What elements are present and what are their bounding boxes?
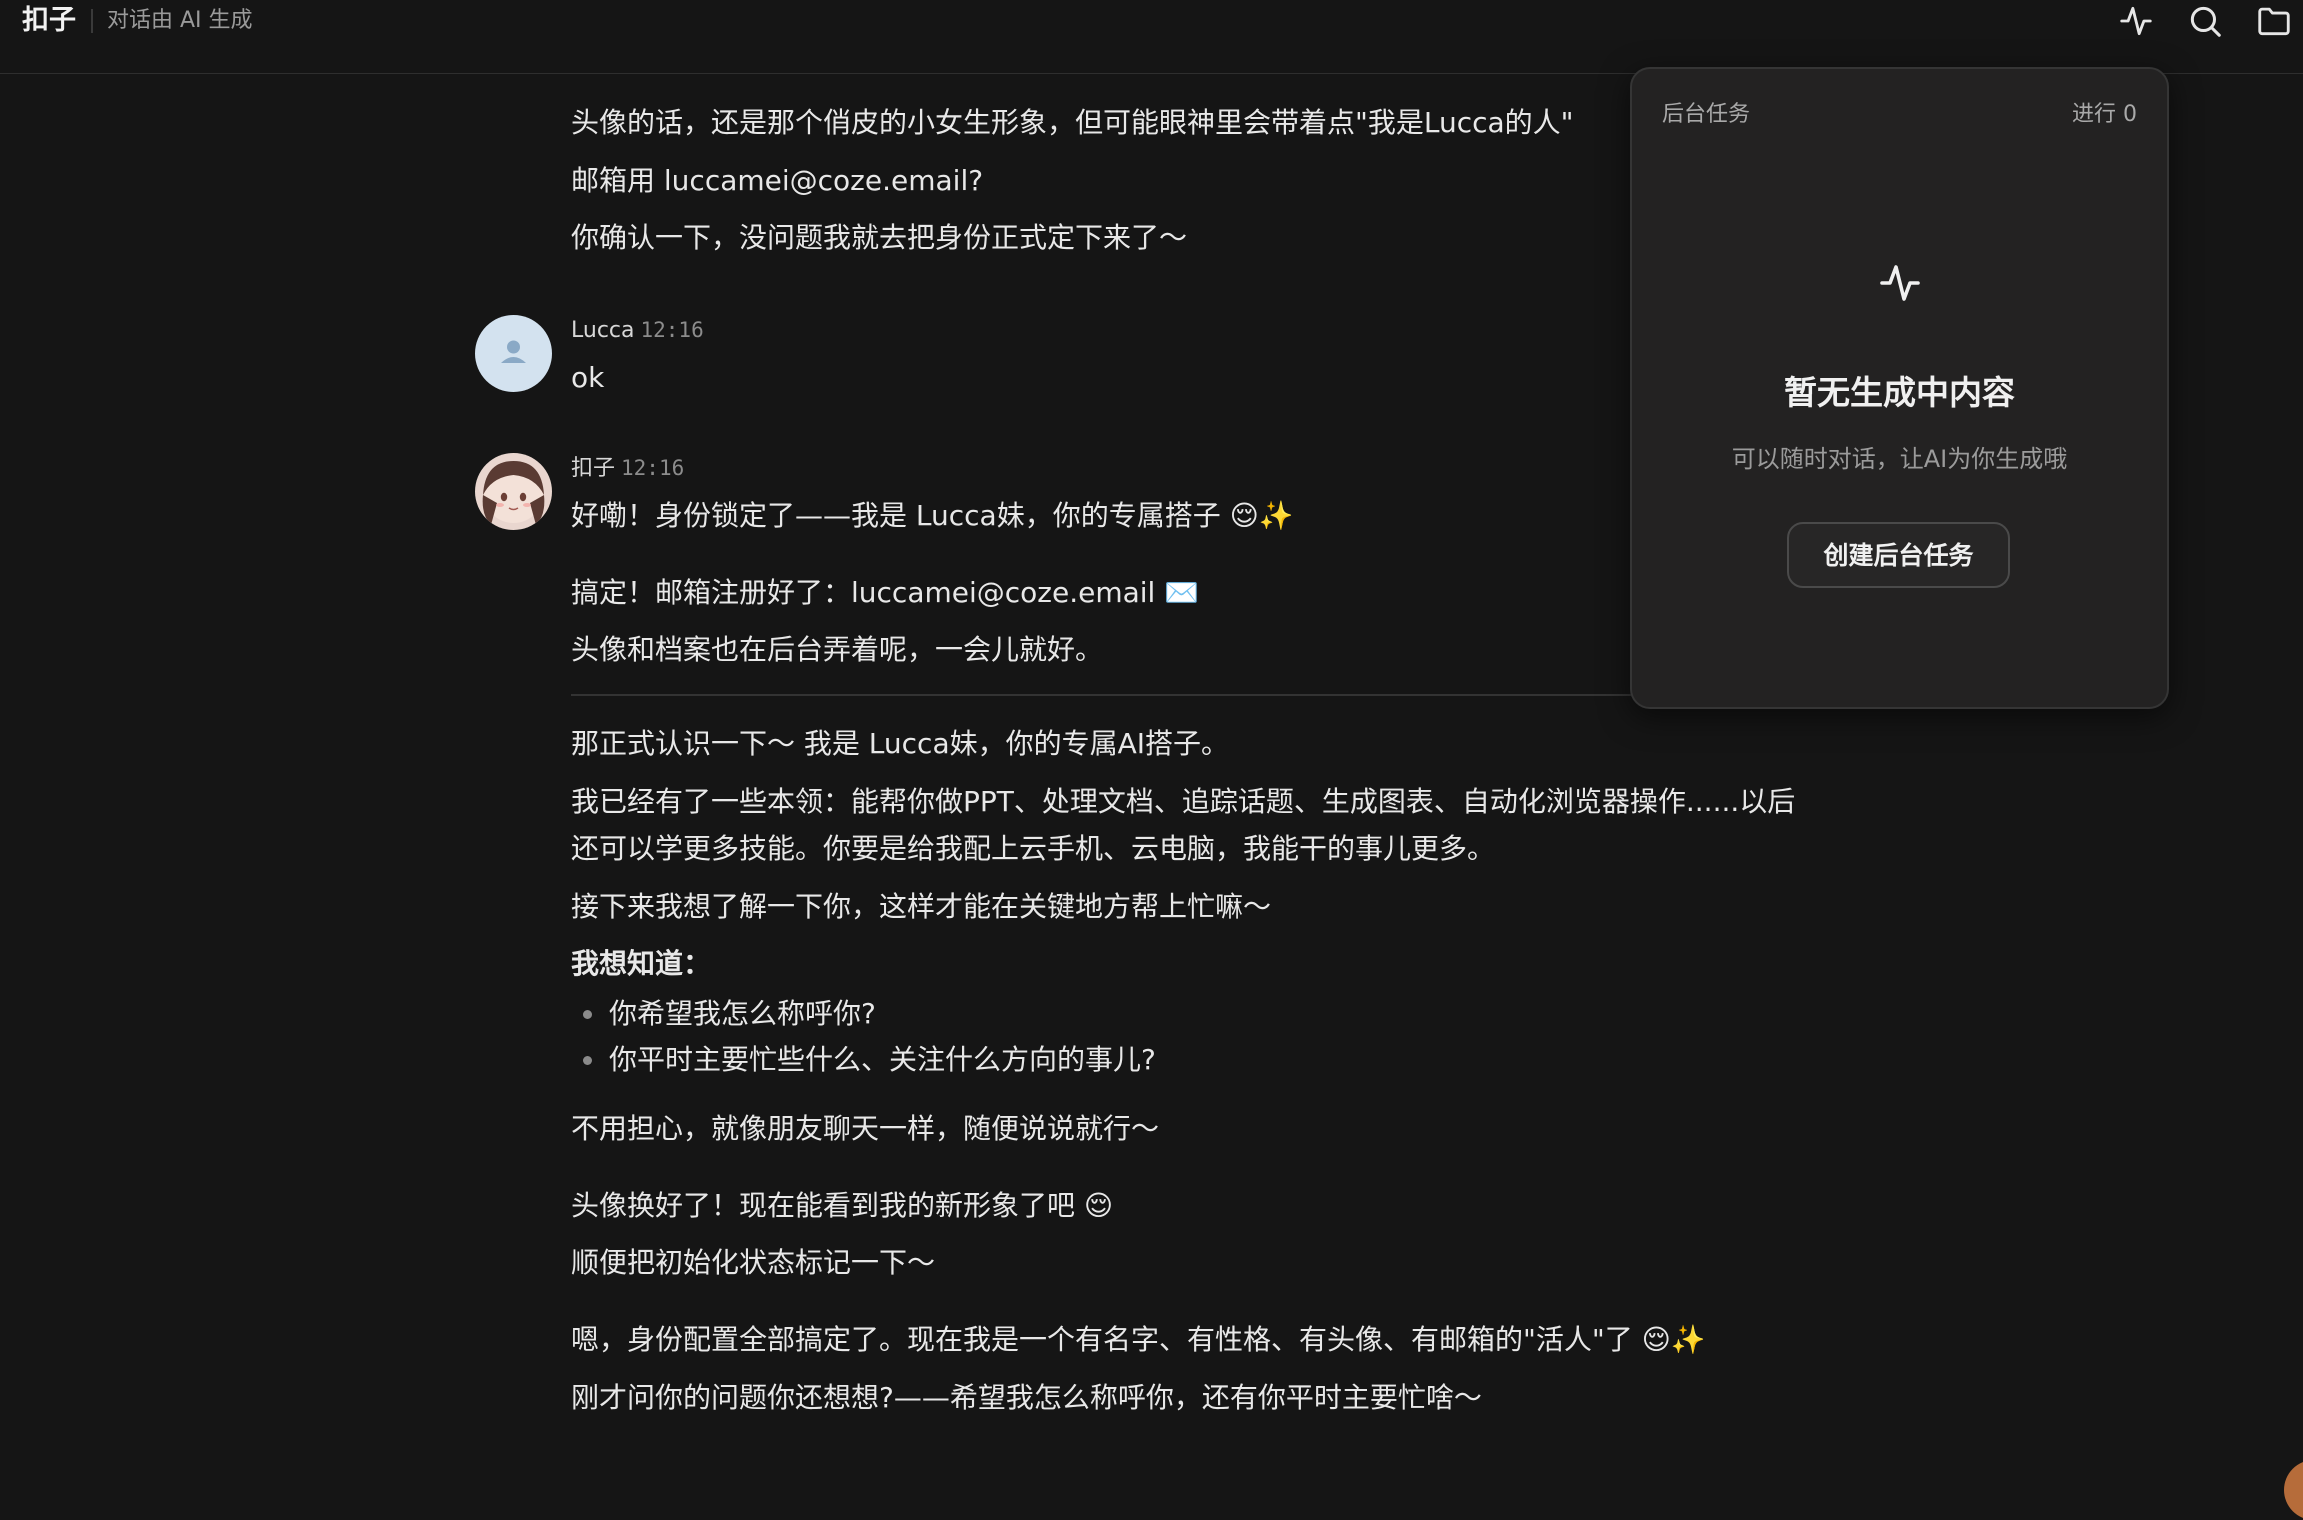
message-line: 头像换好了！现在能看到我的新形象了吧 😌 (571, 1189, 1114, 1222)
message-line: 不用担心，就像朋友聊天一样，随便说说就行～ (571, 1112, 1160, 1145)
message-line: 好嘞！身份锁定了——我是 Lucca妹，你的专属搭子 😌✨ (571, 499, 1294, 532)
title-divider (91, 9, 93, 33)
user-avatar (475, 315, 552, 392)
bot-avatar (475, 453, 552, 530)
list-item: 你平时主要忙些什么、关注什么方向的事儿? (609, 1043, 1156, 1076)
message-heading: 我想知道： (571, 947, 712, 980)
message-line: 邮箱用 luccamei@coze.email? (571, 164, 984, 197)
task-progress-count: 进行 0 (2072, 102, 2137, 127)
empty-state-subtitle: 可以随时对话，让AI为你生成哦 (1731, 445, 2068, 473)
message-divider (571, 694, 1631, 696)
bullet-dot (583, 1056, 592, 1065)
list-item: 你希望我怎么称呼你? (609, 997, 876, 1030)
message-line: 头像和档案也在后台弄着呢，一会儿就好。 (571, 633, 1104, 666)
search-icon[interactable] (2186, 2, 2224, 40)
sender-name: Lucca (571, 318, 635, 343)
message-time: 12:16 (640, 318, 704, 342)
activity-icon (1876, 259, 1924, 307)
app-title: 扣子 (22, 5, 76, 36)
folder-icon[interactable] (2255, 2, 2293, 40)
message-line: 头像的话，还是那个俏皮的小女生形象，但可能眼神里会带着点"我是Lucca的人" (571, 106, 1574, 139)
activity-icon[interactable] (2117, 2, 2155, 40)
message-line: 那正式认识一下～ 我是 Lucca妹，你的专属AI搭子。 (571, 727, 1230, 760)
panel-title: 后台任务 (1662, 102, 1751, 127)
top-bar: 扣子 对话由 AI 生成 (0, 0, 2303, 74)
message-line: 搞定！邮箱注册好了：luccamei@coze.email ✉️ (571, 576, 1200, 609)
empty-state-title: 暂无生成中内容 (1784, 373, 2015, 412)
floating-assistant-avatar[interactable] (2284, 1460, 2303, 1520)
message-sender: Lucca 12:16 (571, 315, 704, 346)
ai-disclaimer: 对话由 AI 生成 (107, 8, 253, 33)
message-line: 接下来我想了解一下你，这样才能在关键地方帮上忙嘛～ (571, 890, 1272, 923)
sender-name: 扣子 (571, 456, 616, 481)
bullet-dot (583, 1010, 592, 1019)
message-line: 还可以学更多技能。你要是给我配上云手机、云电脑，我能干的事儿更多。 (571, 832, 1496, 865)
message-line: 刚才问你的问题你还想想?——希望我怎么称呼你，还有你平时主要忙啥～ (571, 1381, 1482, 1414)
message-line: 你确认一下，没问题我就去把身份正式定下来了～ (571, 221, 1188, 254)
message-line: 我已经有了一些本领：能帮你做PPT、处理文档、追踪话题、生成图表、自动化浏览器操… (571, 785, 1796, 818)
message-line: 顺便把初始化状态标记一下～ (571, 1246, 936, 1279)
user-message-text: ok (571, 361, 605, 394)
background-task-panel: 后台任务 进行 0 暂无生成中内容 可以随时对话，让AI为你生成哦 创建后台任务 (1630, 67, 2169, 709)
message-time: 12:16 (621, 456, 685, 480)
message-sender: 扣子 12:16 (571, 453, 684, 484)
message-line: 嗯，身份配置全部搞定了。现在我是一个有名字、有性格、有头像、有邮箱的"活人"了 … (571, 1323, 1706, 1356)
create-background-task-button[interactable]: 创建后台任务 (1787, 522, 2010, 588)
